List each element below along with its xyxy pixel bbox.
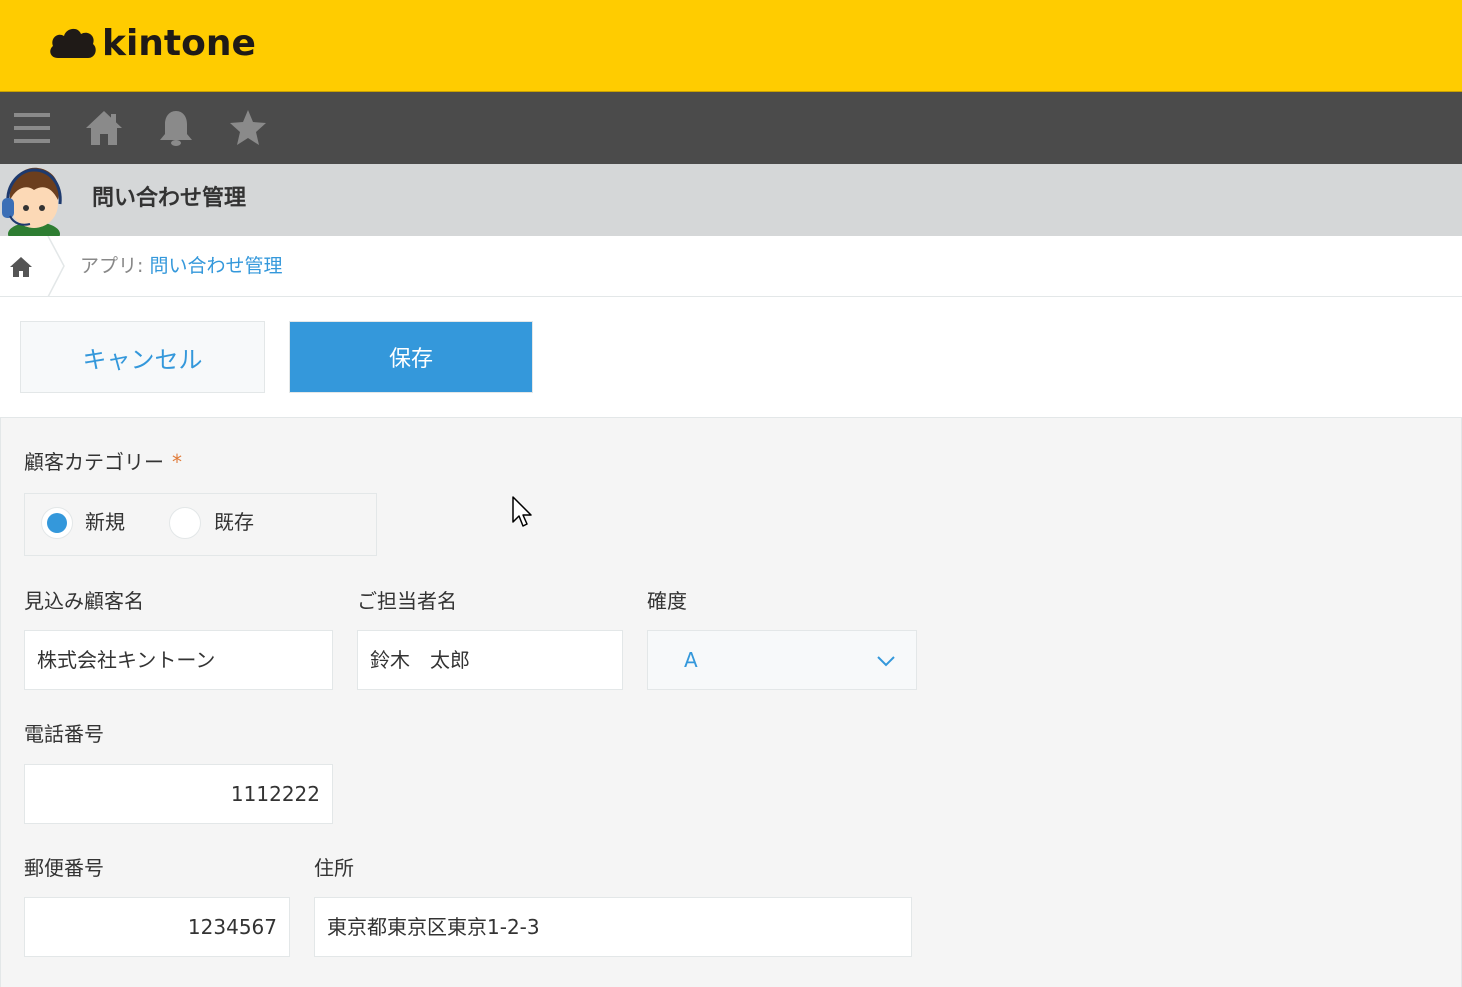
cloud-logo-icon — [50, 28, 96, 58]
phone-input[interactable]: 1112222 — [24, 764, 333, 824]
app-title-bar: 問い合わせ管理 — [0, 164, 1462, 236]
category-radio-group: 新規 既存 — [24, 493, 377, 556]
radio-existing[interactable] — [169, 507, 201, 539]
certainty-select[interactable]: A — [647, 630, 917, 690]
app-title: 問い合わせ管理 — [92, 186, 247, 211]
breadcrumb-home-icon[interactable] — [8, 254, 34, 280]
home-icon[interactable] — [82, 106, 126, 150]
cancel-button[interactable]: キャンセル — [20, 321, 265, 393]
app-icon-avatar — [0, 164, 70, 236]
prospect-name-input[interactable]: 株式会社キントーン — [24, 630, 333, 690]
category-field-label: 顧客カテゴリー * — [24, 448, 182, 476]
breadcrumb: アプリ: 問い合わせ管理 — [0, 236, 1462, 297]
global-navbar — [0, 92, 1462, 164]
breadcrumb-app-link[interactable]: 問い合わせ管理 — [149, 255, 282, 277]
radio-new[interactable] — [41, 507, 73, 539]
breadcrumb-text: アプリ: 問い合わせ管理 — [80, 252, 282, 280]
bell-icon[interactable] — [154, 106, 198, 150]
chevron-down-icon — [877, 656, 895, 667]
category-label: 顧客カテゴリー — [24, 450, 164, 474]
address-label: 住所 — [314, 856, 354, 880]
certainty-label: 確度 — [647, 589, 687, 613]
postal-code-input[interactable]: 1234567 — [24, 897, 290, 957]
top-header: kintone — [0, 0, 1462, 92]
star-icon[interactable] — [226, 106, 270, 150]
action-bar: キャンセル 保存 — [0, 297, 1462, 418]
contact-name-input[interactable]: 鈴木 太郎 — [357, 630, 623, 690]
prospect-name-label: 見込み顧客名 — [24, 589, 144, 613]
menu-icon[interactable] — [10, 106, 54, 150]
breadcrumb-prefix: アプリ: — [80, 255, 150, 277]
save-button[interactable]: 保存 — [289, 321, 533, 393]
phone-label: 電話番号 — [24, 722, 104, 746]
record-form: 顧客カテゴリー * 新規 既存 見込み顧客名 株式会社キントーン ご担当者名 鈴木… — [0, 418, 1462, 987]
postal-code-label: 郵便番号 — [24, 856, 104, 880]
certainty-selected-value: A — [684, 648, 698, 672]
logo-text: kintone — [102, 23, 256, 64]
contact-name-label: ご担当者名 — [357, 589, 457, 613]
address-input[interactable]: 東京都東京区東京1-2-3 — [314, 897, 912, 957]
radio-existing-label[interactable]: 既存 — [214, 508, 254, 536]
radio-new-label[interactable]: 新規 — [85, 508, 125, 536]
kintone-logo[interactable]: kintone — [48, 22, 256, 66]
required-mark: * — [172, 450, 182, 474]
mouse-cursor-icon — [512, 496, 532, 527]
breadcrumb-separator — [47, 236, 65, 297]
